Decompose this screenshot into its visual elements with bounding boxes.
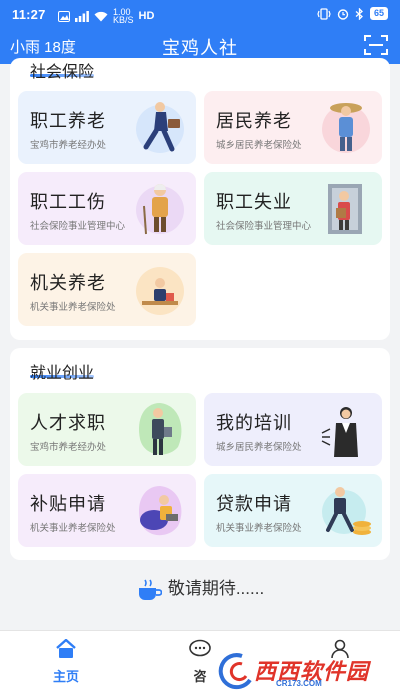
wifi-icon xyxy=(94,11,108,21)
watermark-sub: CR173.COM xyxy=(276,679,322,688)
tile-label: 人才求职 xyxy=(30,413,106,433)
tile-label: 职工失业 xyxy=(216,192,292,212)
tile-label: 补贴申请 xyxy=(30,494,106,514)
tile-subtitle: 宝鸡市养老经办处 xyxy=(30,442,107,453)
vibrate-icon xyxy=(317,7,331,20)
tile-unemployment[interactable]: 职工失业 社会保险事业管理中心 xyxy=(204,172,382,245)
battery-indicator: 65 xyxy=(369,7,388,20)
bluetooth-icon xyxy=(355,7,363,20)
trainer-illustration xyxy=(321,407,358,457)
tile-subtitle: 机关事业养老保险处 xyxy=(30,523,116,534)
tile-subtitle: 宝鸡市养老经办处 xyxy=(30,140,107,151)
tile-subtitle: 城乡居民养老保险处 xyxy=(216,442,302,453)
app-title: 宝鸡人社 xyxy=(162,38,238,58)
section-title-social-insurance: 社会保险 xyxy=(30,64,95,81)
tile-label: 职工工伤 xyxy=(30,192,106,212)
status-right-icons: 65 xyxy=(317,7,388,20)
tile-label: 贷款申请 xyxy=(216,494,292,514)
status-time: 11:27 xyxy=(12,7,46,22)
injured-worker-illustration xyxy=(136,184,184,235)
coming-soon: 敬请期待...... xyxy=(0,574,400,602)
tile-label: 居民养老 xyxy=(216,111,292,131)
status-left-icons: 1.00 KB/S HD xyxy=(58,7,155,25)
tile-subsidy-application[interactable]: 补贴申请 机关事业养老保险处 xyxy=(18,474,196,547)
nav-home[interactable]: 主页 xyxy=(16,638,116,685)
home-icon xyxy=(56,638,76,658)
running-worker-illustration xyxy=(136,102,184,153)
tile-resident-pension[interactable]: 居民养老 城乡居民养老保险处 xyxy=(204,91,382,164)
tile-my-training[interactable]: 我的培训 城乡居民养老保险处 xyxy=(204,393,382,466)
employment-section: 就业创业 人才求职 宝鸡市养老经办处 我的培训 城乡居民养老保险处 补贴申请 机… xyxy=(10,348,390,560)
nav-home-label: 主页 xyxy=(52,669,79,684)
watermark-swirl-icon xyxy=(218,653,252,690)
loan-illustration xyxy=(322,487,371,535)
top-bar: 11:27 1.00 KB/S HD 65 小雨 18度 宝鸡人社 xyxy=(0,0,400,64)
tile-label: 机关养老 xyxy=(30,273,106,293)
section-title-employment: 就业创业 xyxy=(30,365,95,382)
applicant-illustration xyxy=(138,486,182,536)
signal-icon xyxy=(75,10,89,22)
tile-government-pension[interactable]: 机关养老 机关事业养老保险处 xyxy=(18,253,196,326)
tile-subtitle: 社会保险事业管理中心 xyxy=(30,221,126,232)
tile-subtitle: 城乡居民养老保险处 xyxy=(216,140,302,151)
farmer-illustration xyxy=(322,103,370,153)
social-insurance-section: 社会保险 职工养老 宝鸡市养老经办处 居民养老 城乡居民养老保险处 职工工伤 社… xyxy=(10,58,390,340)
tile-subtitle: 机关事业养老保险处 xyxy=(216,523,302,534)
tile-label: 职工养老 xyxy=(30,111,106,131)
tile-label: 我的培训 xyxy=(216,413,292,433)
tile-loan-application[interactable]: 贷款申请 机关事业养老保险处 xyxy=(204,474,382,547)
image-icon xyxy=(58,10,70,22)
coffee-cup-icon xyxy=(138,579,162,600)
chat-bubble-icon xyxy=(189,639,211,657)
tile-subtitle: 社会保险事业管理中心 xyxy=(216,221,312,232)
hd-badge: HD xyxy=(138,10,155,22)
watermark-logo: 西西软件园 CR173.COM xyxy=(212,650,392,690)
alarm-icon xyxy=(337,8,349,20)
net-speed: 1.00 KB/S xyxy=(113,7,134,25)
leaving-worker-illustration xyxy=(328,184,362,234)
tile-subtitle: 机关事业养老保险处 xyxy=(30,302,116,313)
scan-icon[interactable] xyxy=(364,34,388,56)
status-bar: 11:27 1.00 KB/S HD 65 xyxy=(0,0,400,30)
tile-work-injury[interactable]: 职工工伤 社会保险事业管理中心 xyxy=(18,172,196,245)
tile-talent-job[interactable]: 人才求职 宝鸡市养老经办处 xyxy=(18,393,196,466)
tile-employee-pension[interactable]: 职工养老 宝鸡市养老经办处 xyxy=(18,91,196,164)
coming-soon-text: 敬请期待...... xyxy=(167,579,265,598)
job-seeker-illustration xyxy=(138,403,182,455)
office-worker-illustration xyxy=(136,267,184,315)
